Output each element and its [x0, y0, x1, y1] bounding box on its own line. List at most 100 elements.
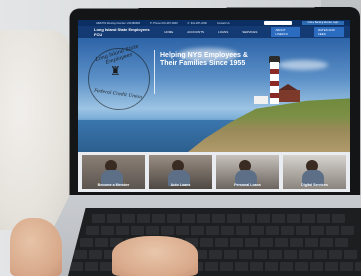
key[interactable]	[152, 214, 165, 223]
key[interactable]	[250, 262, 263, 271]
key[interactable]	[107, 214, 120, 223]
key[interactable]	[239, 250, 252, 259]
key[interactable]	[325, 262, 338, 271]
tile-auto-loans[interactable]: Auto Loans	[149, 155, 212, 189]
tile-personal-loans[interactable]: Personal Loans	[216, 155, 279, 189]
key[interactable]	[209, 250, 222, 259]
key[interactable]	[242, 214, 255, 223]
key[interactable]	[220, 262, 233, 271]
key[interactable]	[236, 226, 249, 235]
background-couch	[0, 30, 70, 230]
key[interactable]	[89, 250, 102, 259]
nav-about[interactable]: ABOUT LISEFCU	[271, 27, 300, 37]
key[interactable]	[317, 214, 330, 223]
tile-digital-services[interactable]: Digital Services	[283, 155, 346, 189]
key[interactable]	[310, 262, 323, 271]
key-row	[92, 214, 345, 223]
key[interactable]	[340, 262, 353, 271]
key[interactable]	[146, 226, 159, 235]
brand-name[interactable]: Long Island State Employees FCU	[84, 27, 150, 37]
nav-home[interactable]: HOME	[164, 30, 173, 34]
key[interactable]	[335, 238, 348, 247]
key[interactable]	[260, 238, 273, 247]
key[interactable]	[245, 238, 258, 247]
hero-banner: Long Island State Employees ♜ Federal Cr…	[78, 38, 350, 152]
key[interactable]	[215, 238, 228, 247]
member-login-button[interactable]: Online Banking Member Login	[302, 21, 344, 25]
key[interactable]	[299, 250, 312, 259]
tile-label: Personal Loans	[234, 183, 261, 187]
key[interactable]	[221, 226, 234, 235]
key[interactable]	[227, 214, 240, 223]
key[interactable]	[295, 262, 308, 271]
key[interactable]	[266, 226, 279, 235]
key[interactable]	[320, 238, 333, 247]
key[interactable]	[332, 214, 345, 223]
key[interactable]	[197, 214, 210, 223]
key[interactable]	[85, 262, 98, 271]
hero-headline: Helping NYS Employees & Their Families S…	[160, 52, 248, 67]
tile-label: Digital Services	[301, 183, 328, 187]
key[interactable]	[265, 262, 278, 271]
key[interactable]	[95, 238, 108, 247]
lighthouse-tower	[270, 62, 279, 104]
nav-loans[interactable]: LOANS	[218, 30, 228, 34]
key[interactable]	[200, 238, 213, 247]
key[interactable]	[80, 238, 93, 247]
key[interactable]	[205, 262, 218, 271]
key[interactable]	[212, 214, 225, 223]
key[interactable]	[92, 214, 105, 223]
key[interactable]	[122, 214, 135, 223]
key[interactable]	[161, 226, 174, 235]
search-input[interactable]	[264, 21, 292, 25]
key[interactable]	[341, 226, 354, 235]
key[interactable]	[287, 214, 300, 223]
key[interactable]	[314, 250, 327, 259]
white-building	[254, 96, 268, 104]
key[interactable]	[224, 250, 237, 259]
key[interactable]	[167, 214, 180, 223]
key[interactable]	[257, 214, 270, 223]
key[interactable]	[137, 214, 150, 223]
key[interactable]	[101, 226, 114, 235]
key[interactable]	[311, 226, 324, 235]
key[interactable]	[176, 226, 189, 235]
key[interactable]	[74, 250, 87, 259]
key[interactable]	[329, 250, 342, 259]
key[interactable]	[296, 226, 309, 235]
key[interactable]	[191, 226, 204, 235]
key[interactable]	[290, 238, 303, 247]
right-hand	[112, 236, 198, 276]
key[interactable]	[302, 214, 315, 223]
nav-services[interactable]: SERVICES	[242, 30, 257, 34]
key[interactable]	[251, 226, 264, 235]
key[interactable]	[280, 262, 293, 271]
keeper-house	[276, 90, 300, 102]
key[interactable]	[70, 262, 83, 271]
nav-accounts[interactable]: ACCOUNTS	[187, 30, 204, 34]
key[interactable]	[230, 238, 243, 247]
key[interactable]	[269, 250, 282, 259]
feature-tiles: Become a Member Auto Loans Personal Loan…	[78, 152, 350, 192]
key[interactable]	[116, 226, 129, 235]
key[interactable]	[284, 250, 297, 259]
key-row	[86, 226, 354, 235]
key[interactable]	[254, 250, 267, 259]
key[interactable]	[326, 226, 339, 235]
tile-become-member[interactable]: Become a Member	[82, 155, 145, 189]
key[interactable]	[281, 226, 294, 235]
key[interactable]	[355, 262, 361, 271]
key[interactable]	[305, 238, 318, 247]
contact-link[interactable]: Contact Us	[217, 22, 230, 25]
key[interactable]	[272, 214, 285, 223]
nav-rates[interactable]: RATES AND FEES	[313, 27, 344, 37]
key[interactable]	[131, 226, 144, 235]
left-hand	[10, 218, 62, 276]
key[interactable]	[206, 226, 219, 235]
key[interactable]	[86, 226, 99, 235]
lighthouse-logo-icon: ♜	[110, 64, 121, 78]
key[interactable]	[235, 262, 248, 271]
key[interactable]	[182, 214, 195, 223]
key[interactable]	[275, 238, 288, 247]
key[interactable]	[344, 250, 357, 259]
